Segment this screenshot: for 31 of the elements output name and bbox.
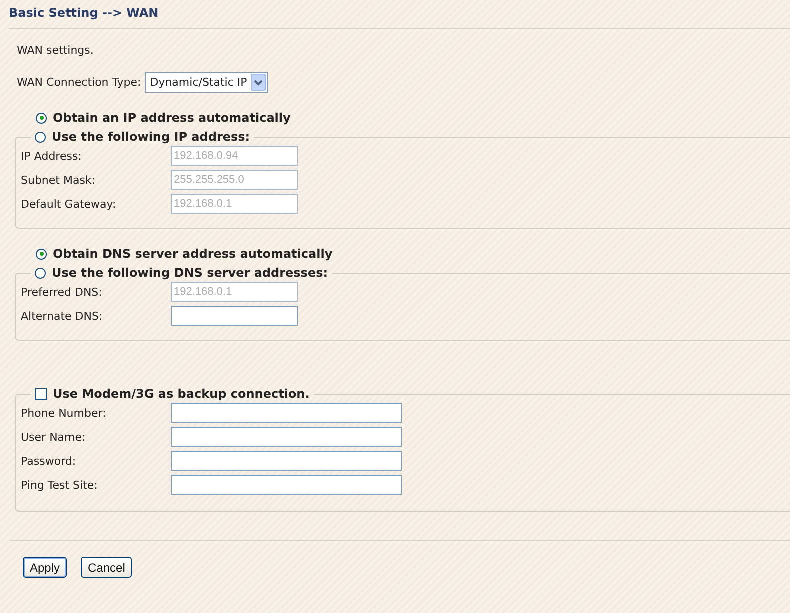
page-title: Basic Setting --> WAN [8, 5, 160, 22]
field-label: Subnet Mask: [21, 174, 97, 186]
radio-button[interactable] [36, 112, 47, 124]
form-button[interactable]: Apply [23, 557, 68, 578]
radio-button[interactable] [36, 248, 47, 260]
text-field[interactable] [171, 427, 402, 447]
field-label: User Name: [21, 430, 87, 444]
option-label: Obtain an IP address automatically [53, 111, 291, 125]
field-label: Phone Number: [21, 406, 108, 420]
text-field[interactable] [171, 403, 402, 423]
radio-button[interactable] [35, 132, 46, 142]
intro-text: WAN settings. [17, 44, 95, 57]
text-field[interactable] [171, 306, 298, 326]
field-label: IP Address: [21, 150, 83, 162]
text-field[interactable] [171, 475, 402, 495]
field-label: WAN Connection Type: [17, 76, 142, 89]
form-button[interactable]: Cancel [81, 557, 132, 578]
option-label: Use the following DNS server addresses: [52, 266, 328, 280]
field-label: Default Gateway: [21, 198, 118, 210]
field-label: Password: [21, 454, 78, 468]
checkbox[interactable] [35, 388, 47, 400]
option-label: Obtain DNS server address automatically [53, 247, 333, 261]
text-field[interactable] [171, 451, 402, 471]
option-label: Use the following IP address: [52, 130, 250, 144]
field-label: Alternate DNS: [21, 310, 104, 322]
field-label: Preferred DNS: [21, 286, 104, 298]
connection-type-dropdown[interactable]: Dynamic/Static IP [145, 72, 268, 93]
option-label: Use Modem/3G as backup connection. [53, 387, 310, 401]
radio-button[interactable] [35, 268, 46, 278]
caret-icon [251, 74, 266, 91]
field-label: Ping Test Site: [21, 478, 99, 492]
